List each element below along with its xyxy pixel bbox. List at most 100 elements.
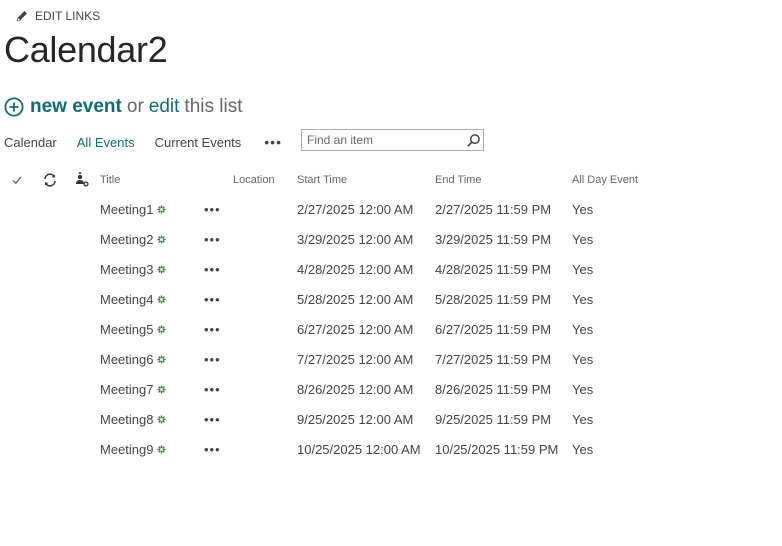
row-share-cell [66, 284, 98, 314]
table-row[interactable]: Meeting1 ••• 2/27/2025 12:00 AM 2/27/2025 1… [0, 194, 672, 224]
sync-header[interactable] [34, 166, 66, 194]
row-start-time-cell: 5/28/2025 12:00 AM [297, 291, 414, 307]
row-all-day-cell: Yes [572, 291, 594, 307]
row-menu-cell: ••• [202, 314, 233, 344]
view-tabs: Calendar All Events Current Events ••• [4, 133, 282, 151]
edit-links-label: EDIT LINKS [35, 9, 101, 23]
row-start-time-cell: 3/29/2025 12:00 AM [297, 231, 414, 247]
row-select-cell[interactable] [0, 404, 34, 434]
item-menu-button[interactable]: ••• [202, 352, 221, 367]
new-item-sparkle-icon [157, 414, 167, 424]
row-title-cell: Meeting1 [98, 194, 202, 224]
event-title-link[interactable]: Meeting2 [100, 232, 153, 247]
edit-links-button[interactable]: EDIT LINKS [15, 9, 100, 23]
row-sync-cell [34, 344, 66, 374]
column-header-title[interactable]: Title [98, 166, 202, 194]
row-select-cell[interactable] [0, 314, 34, 344]
item-menu-button[interactable]: ••• [202, 262, 221, 277]
table-row[interactable]: Meeting6 ••• 7/27/2025 12:00 AM 7/27/2025 1… [0, 344, 672, 374]
table-row[interactable]: Meeting7 ••• 8/26/2025 12:00 AM 8/26/2025 1… [0, 374, 672, 404]
item-menu-button[interactable]: ••• [202, 382, 221, 397]
new-event-link[interactable]: new event [30, 96, 122, 118]
table-row[interactable]: Meeting5 ••• 6/27/2025 12:00 AM 6/27/2025 1… [0, 314, 672, 344]
table-header-row: Title Location Start Time End Time All D… [0, 166, 672, 194]
row-select-cell[interactable] [0, 434, 34, 464]
or-text: or [126, 96, 144, 117]
row-share-cell [66, 254, 98, 284]
row-sync-cell [34, 374, 66, 404]
new-item-sparkle-icon [157, 294, 167, 304]
tab-current-events[interactable]: Current Events [155, 135, 242, 150]
search-input[interactable] [302, 133, 462, 147]
item-menu-button[interactable]: ••• [202, 202, 221, 217]
item-menu-button[interactable]: ••• [202, 292, 221, 307]
tab-all-events[interactable]: All Events [77, 135, 135, 150]
row-all-day-cell: Yes [572, 321, 594, 337]
row-menu-cell: ••• [202, 194, 233, 224]
more-views-button[interactable]: ••• [264, 134, 282, 150]
event-title-link[interactable]: Meeting1 [100, 202, 153, 217]
event-title-link[interactable]: Meeting8 [100, 412, 153, 427]
row-share-cell [66, 344, 98, 374]
column-header-location[interactable]: Location [233, 166, 297, 194]
event-title-link[interactable]: Meeting7 [100, 382, 153, 397]
row-select-cell[interactable] [0, 344, 34, 374]
edit-list-link[interactable]: edit [149, 96, 180, 118]
share-header[interactable] [66, 166, 98, 194]
tab-calendar[interactable]: Calendar [4, 135, 57, 150]
row-all-day-cell: Yes [572, 261, 594, 277]
share-people-icon [76, 172, 89, 187]
item-menu-button[interactable]: ••• [202, 322, 221, 337]
select-all-header[interactable] [0, 166, 34, 194]
row-location-cell [233, 194, 297, 224]
table-row[interactable]: Meeting3 ••• 4/28/2025 12:00 AM 4/28/2025 1… [0, 254, 672, 284]
row-menu-cell: ••• [202, 434, 233, 464]
row-select-cell[interactable] [0, 194, 34, 224]
row-location-cell [233, 284, 297, 314]
row-select-cell[interactable] [0, 254, 34, 284]
row-share-cell [66, 434, 98, 464]
event-title-link[interactable]: Meeting9 [100, 442, 153, 457]
row-select-cell[interactable] [0, 224, 34, 254]
table-row[interactable]: Meeting4 ••• 5/28/2025 12:00 AM 5/28/2025 1… [0, 284, 672, 314]
new-item-sparkle-icon [157, 264, 167, 274]
row-start-time-cell: 4/28/2025 12:00 AM [297, 261, 414, 277]
row-menu-cell: ••• [202, 284, 233, 314]
event-title-link[interactable]: Meeting6 [100, 352, 153, 367]
row-location-cell [233, 314, 297, 344]
row-all-day-cell: Yes [572, 381, 594, 397]
event-title-link[interactable]: Meeting4 [100, 292, 153, 307]
row-end-time-cell: 7/27/2025 11:59 PM [435, 351, 552, 367]
row-title-cell: Meeting9 [98, 434, 202, 464]
item-menu-button[interactable]: ••• [202, 412, 221, 427]
row-share-cell [66, 224, 98, 254]
item-menu-button[interactable]: ••• [202, 232, 221, 247]
event-title-link[interactable]: Meeting5 [100, 322, 153, 337]
item-menu-button[interactable]: ••• [202, 442, 221, 457]
row-sync-cell [34, 284, 66, 314]
row-end-time-cell: 5/28/2025 11:59 PM [435, 291, 552, 307]
column-header-all-day-event[interactable]: All Day Event [572, 166, 672, 194]
row-select-cell[interactable] [0, 374, 34, 404]
search-icon[interactable] [466, 133, 481, 148]
new-item-sparkle-icon [157, 384, 167, 394]
row-title-cell: Meeting8 [98, 404, 202, 434]
column-header-end-time[interactable]: End Time [435, 166, 572, 194]
row-title-cell: Meeting4 [98, 284, 202, 314]
table-row[interactable]: Meeting2 ••• 3/29/2025 12:00 AM 3/29/2025 1… [0, 224, 672, 254]
row-title-cell: Meeting6 [98, 344, 202, 374]
table-row[interactable]: Meeting9 ••• 10/25/2025 12:00 AM 10/25/2025… [0, 434, 672, 464]
new-item-sparkle-icon [157, 234, 167, 244]
events-table: Title Location Start Time End Time All D… [0, 166, 672, 464]
plus-circle-icon[interactable] [4, 97, 24, 117]
page-title: Calendar2 [4, 29, 168, 70]
pencil-icon [16, 11, 27, 22]
row-select-cell[interactable] [0, 284, 34, 314]
this-list-text: this list [184, 96, 243, 117]
table-row[interactable]: Meeting8 ••• 9/25/2025 12:00 AM 9/25/2025 1… [0, 404, 672, 434]
column-header-start-time[interactable]: Start Time [297, 166, 435, 194]
event-title-link[interactable]: Meeting3 [100, 262, 153, 277]
sync-icon [44, 173, 56, 187]
row-menu-cell: ••• [202, 224, 233, 254]
search-box [301, 129, 484, 151]
